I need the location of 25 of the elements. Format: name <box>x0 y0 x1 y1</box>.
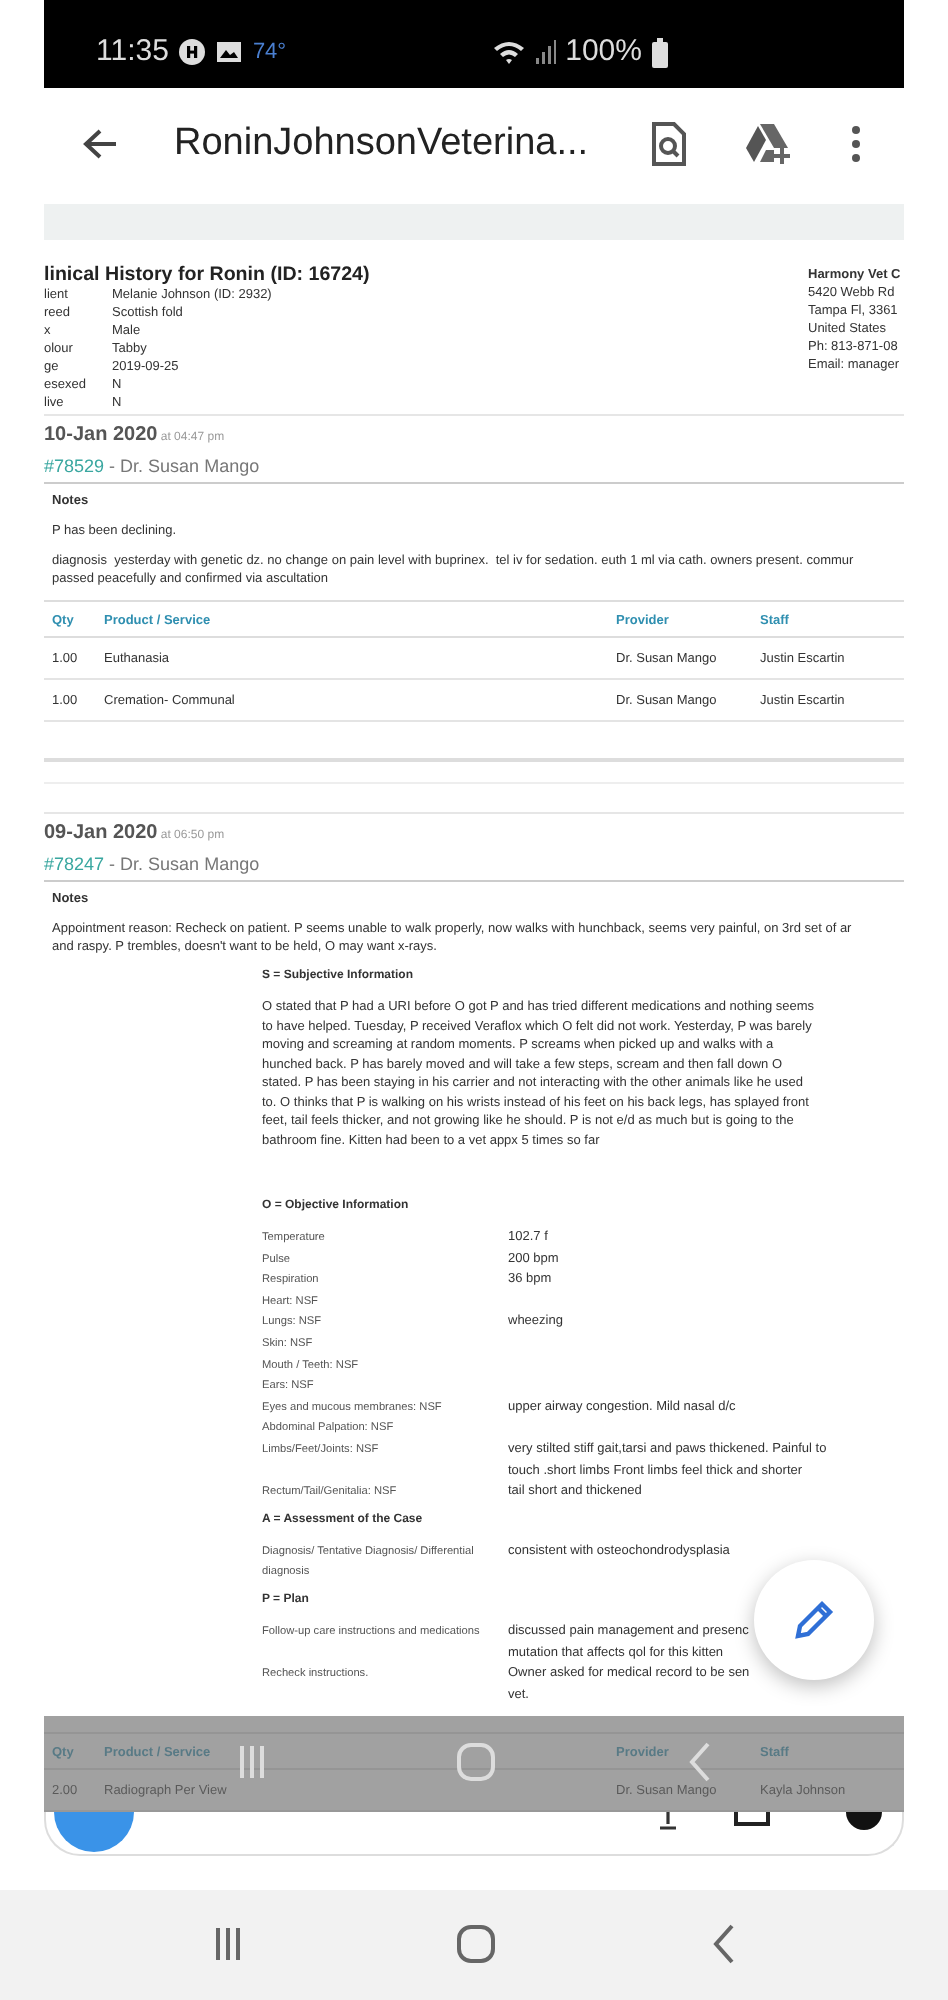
more-options-icon[interactable] <box>852 126 860 162</box>
temperature-text: 74° <box>252 37 287 68</box>
doctor-name: - Dr. Susan Mango <box>107 852 260 878</box>
edit-button[interactable] <box>754 1560 874 1680</box>
signal-icon <box>535 40 556 64</box>
image-icon <box>216 40 243 64</box>
battery-icon <box>652 37 668 67</box>
pencil-icon <box>792 1598 836 1642</box>
document-search-icon[interactable] <box>650 122 686 166</box>
battery-text: 100% <box>565 31 642 72</box>
back-icon[interactable] <box>82 128 118 160</box>
document-title: RoninJohnsonVeterina... <box>174 119 589 168</box>
home-icon[interactable] <box>456 1924 496 1964</box>
visit-date: 09-Jan 2020 <box>44 820 158 848</box>
back-nav-icon[interactable] <box>712 1924 736 1964</box>
notification-icon <box>178 38 207 66</box>
visit-date: 10-Jan 2020 <box>44 422 158 450</box>
invoice-link[interactable]: #78247 <box>44 848 105 880</box>
clock-text: 11:35 <box>96 31 169 72</box>
record-title: linical History for Ronin (ID: 16724) <box>44 264 370 286</box>
doctor-name: - Dr. Susan Mango <box>107 454 260 480</box>
drive-add-icon[interactable] <box>744 122 792 166</box>
wifi-icon <box>491 38 526 66</box>
invoice-link[interactable]: #78529 <box>44 450 105 482</box>
recent-apps-icon[interactable] <box>214 1926 242 1962</box>
